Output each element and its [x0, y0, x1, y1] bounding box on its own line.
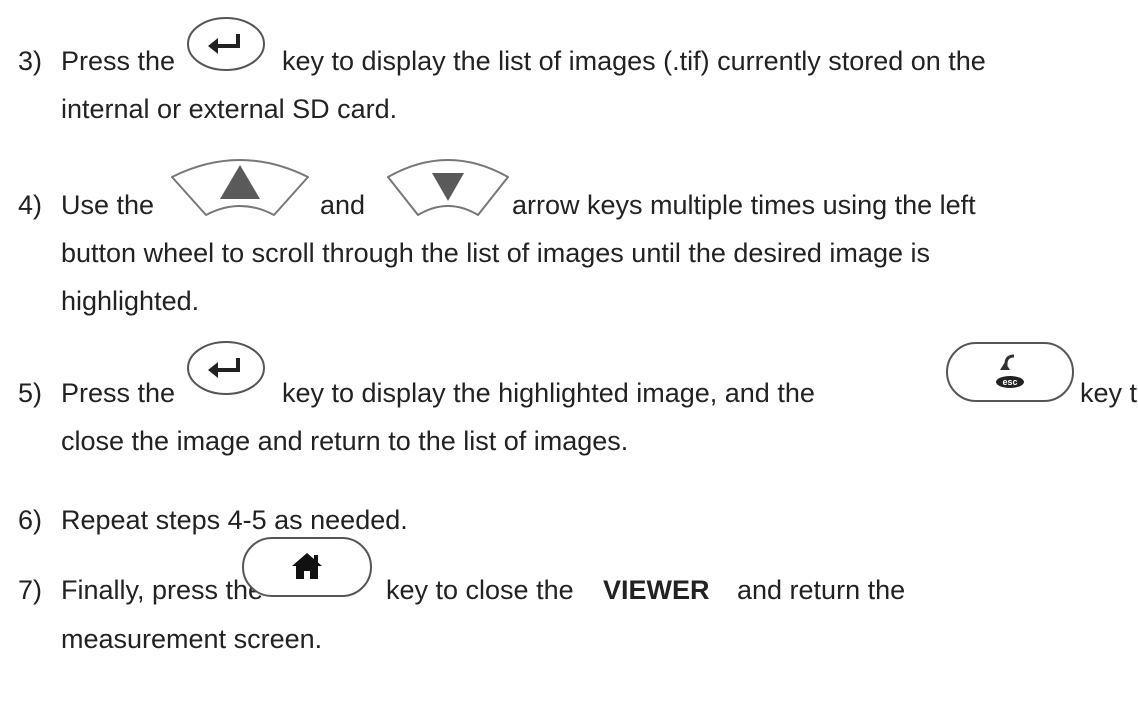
home-key-icon	[240, 535, 374, 599]
step-text: key to close the	[386, 575, 574, 605]
step-text: Press the	[61, 378, 176, 408]
step-number: 6)	[18, 505, 43, 535]
step-text: measurement screen.	[61, 624, 323, 654]
step-text: arrow keys multiple times using the left	[512, 190, 976, 220]
step-text: Finally, press the	[61, 575, 264, 605]
step-number: 3)	[18, 46, 43, 76]
up-arrow-key-icon	[168, 153, 312, 219]
step-text: key to display the list of images (.tif)…	[282, 46, 986, 76]
step-text: button wheel to scroll through the list …	[61, 238, 930, 268]
step-text: Press the	[61, 46, 176, 76]
viewer-label: VIEWER	[603, 575, 710, 605]
step-number: 4)	[18, 190, 43, 220]
step-text: and return the	[737, 575, 906, 605]
down-arrow-key-icon	[384, 153, 512, 219]
step-text: Repeat steps 4-5 as needed.	[61, 505, 408, 535]
step-number: 5)	[18, 378, 43, 408]
step-text: key to display the highlighted image, an…	[282, 378, 815, 408]
step-text: Use the	[61, 190, 155, 220]
step-text: and	[320, 190, 366, 220]
svg-text:esc: esc	[1002, 377, 1017, 387]
step-text: close the image and return to the list o…	[61, 426, 629, 456]
step-text: internal or external SD card.	[61, 94, 398, 124]
esc-key-icon: esc	[944, 340, 1076, 404]
step-text: key to	[1080, 378, 1138, 408]
enter-key-icon	[186, 16, 266, 72]
step-text: highlighted.	[61, 286, 200, 316]
enter-key-icon	[186, 340, 266, 396]
step-number: 7)	[18, 575, 43, 605]
